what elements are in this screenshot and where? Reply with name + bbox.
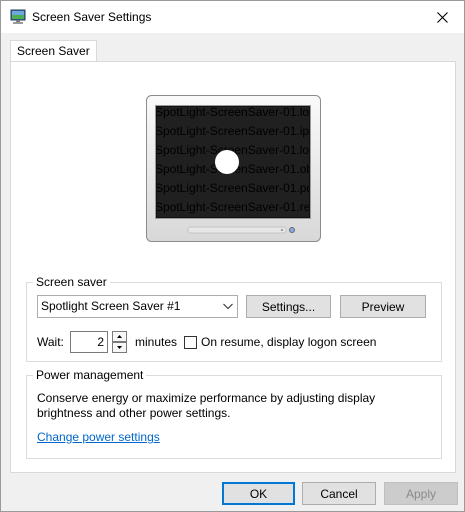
- screen-saver-settings-window: Screen Saver Settings Screen Saver SpotL…: [0, 0, 465, 512]
- power-management-group-label: Power management: [33, 368, 147, 382]
- preview-text-line: SpotLight-ScreenSaver-01.res: [157, 200, 309, 214]
- apply-button[interactable]: Apply: [384, 482, 458, 505]
- preview-text-line: SpotLight-ScreenSaver-01.lob: [157, 107, 309, 119]
- tab-panel-screen-saver: SpotLight-ScreenSaver-01.lob SpotLight-S…: [10, 61, 456, 473]
- close-button[interactable]: [420, 1, 464, 33]
- minutes-label: minutes: [135, 335, 178, 349]
- chevron-down-icon: [117, 346, 122, 349]
- title-bar: Screen Saver Settings: [1, 1, 464, 33]
- window-title: Screen Saver Settings: [32, 10, 152, 24]
- change-power-settings-link[interactable]: Change power settings: [37, 430, 160, 444]
- wait-minutes-input[interactable]: 2: [70, 331, 108, 353]
- resume-logon-label[interactable]: On resume, display logon screen: [201, 335, 376, 349]
- preview-text-line: SpotLight-ScreenSaver-01.pdb: [157, 181, 309, 195]
- wait-label: Wait:: [37, 335, 64, 349]
- resume-logon-checkbox[interactable]: [184, 336, 197, 349]
- screen-saver-preview: SpotLight-ScreenSaver-01.lob SpotLight-S…: [157, 107, 309, 217]
- preview-text-line: SpotLight-ScreenSaver-01.ipd: [157, 124, 309, 138]
- monitor-preview: SpotLight-ScreenSaver-01.lob SpotLight-S…: [146, 95, 326, 245]
- power-management-group: Power management Conserve energy or maxi…: [26, 368, 442, 459]
- chevron-down-icon: [223, 303, 233, 310]
- screen-saver-selected: Spotlight Screen Saver #1: [41, 299, 181, 313]
- ok-button[interactable]: OK: [222, 482, 295, 505]
- chevron-up-icon: [117, 335, 122, 338]
- spotlight-circle: [215, 150, 239, 174]
- wait-decrement-button[interactable]: [112, 342, 127, 353]
- settings-button[interactable]: Settings...: [246, 295, 331, 318]
- screen-saver-group: Screen saver Spotlight Screen Saver #1 S…: [26, 275, 442, 362]
- close-icon: [436, 11, 448, 23]
- screen-saver-group-label: Screen saver: [33, 275, 110, 289]
- screen-saver-dropdown[interactable]: Spotlight Screen Saver #1: [37, 295, 238, 318]
- cancel-button[interactable]: Cancel: [302, 482, 376, 505]
- wait-increment-button[interactable]: [112, 331, 127, 342]
- preview-button[interactable]: Preview: [340, 295, 426, 318]
- monitor-settings-icon: [10, 9, 26, 24]
- tab-screen-saver[interactable]: Screen Saver: [10, 40, 97, 62]
- power-management-description: Conserve energy or maximize performance …: [37, 391, 376, 420]
